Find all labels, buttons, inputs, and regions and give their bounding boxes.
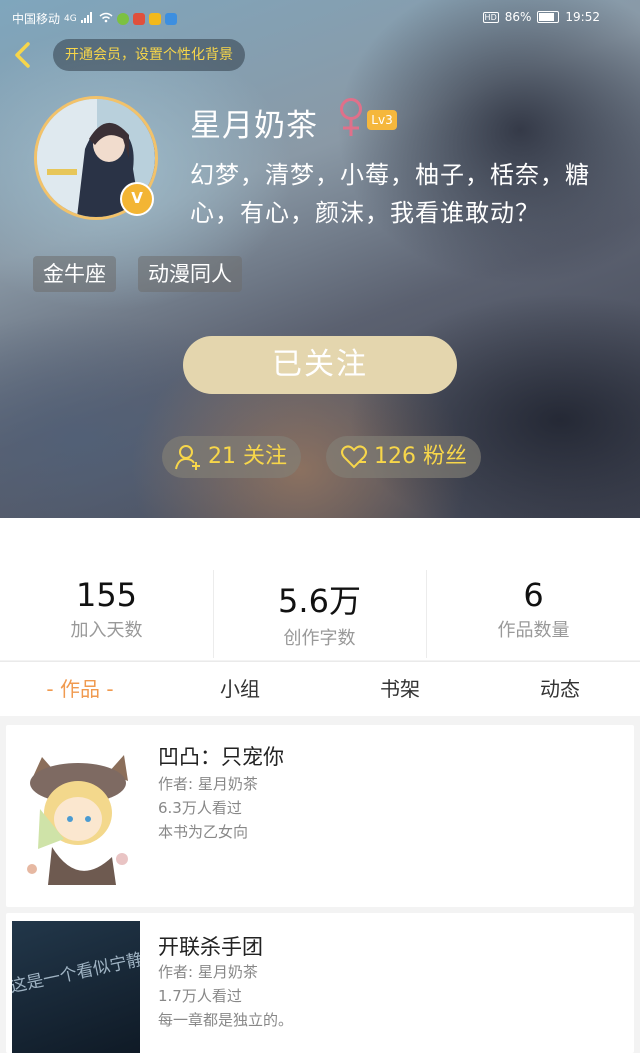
follow-status-button[interactable]: 已关注: [183, 336, 457, 394]
stat-value: 155: [75, 576, 138, 614]
book-views: 1.7万人看过: [158, 987, 242, 1005]
battery-icon: [537, 11, 560, 23]
heart-icon: [341, 445, 367, 469]
app-notification-icon: [148, 12, 161, 25]
stat-value: 5.6万: [278, 582, 361, 620]
username: 星月奶茶: [190, 108, 318, 144]
stat-label: 作品数量: [497, 620, 570, 641]
book-cover-art: [12, 739, 140, 899]
book-views: 6.3万人看过: [158, 799, 242, 817]
book-cover: [12, 739, 140, 899]
stat-days-joined: 155 加入天数: [0, 518, 213, 660]
book-cover-text: 这是一个看似宁静: [12, 949, 140, 998]
signal-icon: [80, 11, 95, 26]
clock: 19:52: [565, 10, 600, 24]
stat-label: 加入天数: [70, 620, 143, 641]
tab-bookshelf[interactable]: 书架: [320, 662, 480, 716]
profile-bio: 幻梦，清梦，小莓，柚子，栝奈，糖心，有心，颜沫，我看谁敢动？: [190, 161, 590, 227]
stat-word-count: 5.6万 创作字数: [213, 518, 426, 660]
status-bar: 中国移动 4G HD 86% 19:52: [0, 0, 640, 34]
female-gender-icon: [338, 96, 364, 142]
book-title[interactable]: 开联杀手团: [158, 931, 263, 961]
stat-value: 6: [523, 576, 544, 614]
fans-count-button[interactable]: 126 粉丝: [326, 436, 481, 478]
app-notification-icon: [132, 12, 145, 25]
vip-banner[interactable]: 开通会员，设置个性化背景: [53, 39, 245, 71]
book-cover: 这是一个看似宁静: [12, 921, 140, 1053]
book-card[interactable]: 这是一个看似宁静 开联杀手团 作者: 星月奶茶 1.7万人看过 每一章都是独立的…: [6, 913, 634, 1053]
wifi-icon: [99, 12, 113, 26]
book-author: 作者: 星月奶茶: [158, 963, 258, 981]
tag-chip[interactable]: 动漫同人: [138, 256, 242, 292]
app-notification-icon: [164, 12, 177, 25]
book-card[interactable]: 凹凸：只宠你 作者: 星月奶茶 6.3万人看过 本书为乙女向: [6, 725, 634, 907]
tag-chip[interactable]: 金牛座: [33, 256, 116, 292]
tab-works[interactable]: - 作品 -: [0, 662, 160, 716]
book-description: 每一章都是独立的。: [158, 1011, 294, 1029]
battery-percent: 86%: [504, 10, 532, 24]
stat-label: 创作字数: [283, 628, 356, 649]
book-title[interactable]: 凹凸：只宠你: [158, 741, 284, 771]
tab-groups[interactable]: 小组: [160, 662, 320, 716]
hd-icon: HD: [482, 11, 499, 23]
network-label: 4G: [64, 13, 77, 24]
back-arrow-icon: [15, 42, 30, 68]
carrier-label: 中国移动: [12, 12, 61, 26]
profile-tabs: - 作品 - 小组 书架 动态: [0, 661, 640, 716]
profile-header: 中国移动 4G HD 86% 19:52 开通会员，设置个性化背景 V 星月奶茶…: [0, 0, 640, 518]
following-count-label: 21 关注: [208, 444, 287, 469]
book-author: 作者: 星月奶茶: [158, 775, 258, 793]
vip-badge: V: [120, 182, 154, 216]
level-badge: Lv3: [367, 110, 397, 130]
back-button[interactable]: [10, 40, 38, 70]
fans-count-label: 126 粉丝: [374, 444, 467, 469]
book-description: 本书为乙女向: [158, 823, 249, 841]
tab-activity[interactable]: 动态: [480, 662, 640, 716]
add-user-icon: [175, 445, 200, 470]
stat-works-count: 6 作品数量: [427, 518, 640, 660]
app-notification-icon: [116, 12, 129, 25]
following-count-button[interactable]: 21 关注: [162, 436, 301, 478]
profile-stats: 155 加入天数 5.6万 创作字数 6 作品数量: [0, 518, 640, 660]
